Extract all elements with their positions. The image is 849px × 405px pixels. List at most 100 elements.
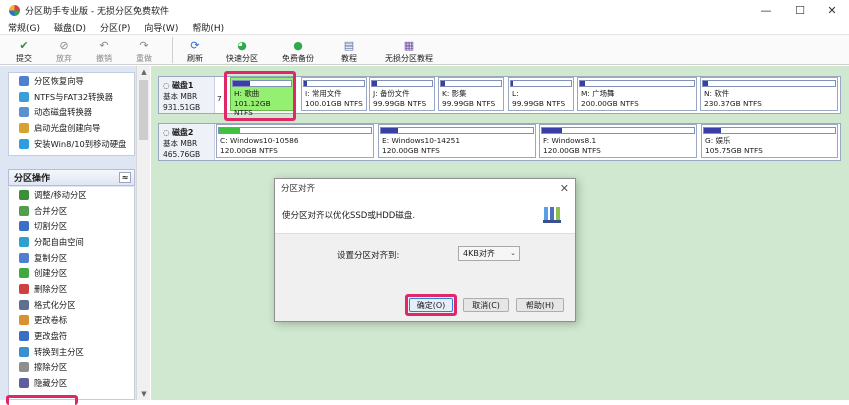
- op-label: 删除分区: [34, 283, 68, 294]
- collapse-icon[interactable]: ≈: [119, 172, 131, 183]
- disk2-label[interactable]: ◌ 磁盘2 基本 MBR 465.76GB: [159, 124, 215, 160]
- usage-fill: [381, 128, 398, 133]
- wizard-list: 分区恢复向导 NTFS与FAT32转换器 动态磁盘转换器 启动光盘创建向导 安装…: [8, 72, 135, 156]
- wizard-item-partition-recovery[interactable]: 分区恢复向导: [9, 73, 134, 89]
- dialog-title: 分区对齐: [281, 184, 316, 194]
- usage-bar: [541, 127, 695, 134]
- wizard-item-boot-disc[interactable]: 启动光盘创建向导: [9, 120, 134, 136]
- op-hide[interactable]: 隐藏分区: [9, 375, 134, 391]
- partition-size: 120.00GB NTFS: [382, 145, 440, 155]
- convert-icon: [19, 91, 29, 102]
- usage-fill: [704, 128, 722, 133]
- label-icon: [19, 315, 29, 326]
- undo-icon: ↶: [99, 38, 109, 52]
- minimize-button[interactable]: —: [749, 0, 783, 20]
- menu-partition[interactable]: 分区(P): [100, 21, 130, 34]
- usage-fill: [542, 128, 562, 133]
- title-bar: 分区助手专业版 - 无损分区免费软件: [0, 0, 849, 20]
- usage-fill: [580, 81, 585, 86]
- partition-size: 120.00GB NTFS: [220, 145, 278, 155]
- partition-block[interactable]: G: 娱乐 105.75GB NTFS: [701, 124, 838, 158]
- partition-block[interactable]: N: 软件 230.37GB NTFS: [700, 77, 838, 111]
- op-allocate[interactable]: 分配自由空间: [9, 234, 134, 250]
- cancel-button[interactable]: 取消(C): [463, 298, 509, 312]
- lossless-tutorial-label: 无损分区教程: [385, 54, 433, 63]
- usage-bar: [703, 127, 836, 134]
- scroll-up-icon[interactable]: ▲: [137, 66, 151, 78]
- quick-partition-icon: ◕: [237, 38, 247, 52]
- wizard-label: 安装Win8/10到移动硬盘: [34, 138, 127, 149]
- refresh-label: 刷新: [187, 54, 203, 63]
- discard-label: 放弃: [56, 54, 72, 63]
- op-split[interactable]: 切割分区: [9, 218, 134, 234]
- op-label-change[interactable]: 更改卷标: [9, 313, 134, 329]
- maximize-button[interactable]: ☐: [783, 0, 817, 20]
- boot-disc-icon: [19, 122, 29, 133]
- op-label: 切割分区: [34, 221, 68, 232]
- menu-wizard[interactable]: 向导(W): [144, 21, 178, 34]
- op-to-primary[interactable]: 转换到主分区: [9, 344, 134, 360]
- disk1-type: 基本 MBR: [163, 92, 198, 101]
- redo-button[interactable]: ↷ 重做: [124, 35, 164, 65]
- op-label: 创建分区: [34, 268, 68, 279]
- menu-help[interactable]: 帮助(H): [192, 21, 224, 34]
- partition-block[interactable]: F: Windows8.1 120.00GB NTFS: [539, 124, 697, 158]
- partition-block[interactable]: I: 常用文件 100.01GB NTFS: [301, 77, 367, 111]
- copy-icon: [19, 252, 29, 263]
- dialog-title-bar: 分区对齐: [275, 179, 575, 197]
- partition-block[interactable]: K: 影集 99.99GB NTFS: [438, 77, 504, 111]
- op-create[interactable]: 创建分区: [9, 265, 134, 281]
- scroll-down-icon[interactable]: ▼: [137, 388, 151, 400]
- close-button[interactable]: ✕: [815, 0, 849, 20]
- op-wipe[interactable]: 擦除分区: [9, 360, 134, 376]
- partition-size: 105.75GB NTFS: [705, 145, 763, 155]
- menu-general[interactable]: 常规(G): [8, 21, 40, 34]
- partition-block[interactable]: M: 广场舞 200.00GB NTFS: [577, 77, 697, 111]
- dialog-header: 使分区对齐以优化SSD或HDD磁盘.: [275, 197, 575, 234]
- scroll-thumb[interactable]: [139, 80, 148, 140]
- discard-button[interactable]: ⊘ 放弃: [44, 35, 84, 65]
- op-copy[interactable]: 复制分区: [9, 250, 134, 266]
- partition-block[interactable]: J: 备份文件 99.99GB NTFS: [369, 77, 435, 111]
- partition-block[interactable]: L: 99.99GB NTFS: [508, 77, 574, 111]
- op-delete[interactable]: 删除分区: [9, 281, 134, 297]
- partition-block[interactable]: E: Windows10-14251 120.00GB NTFS: [378, 124, 536, 158]
- backup-icon: ●: [293, 38, 303, 52]
- menu-disk[interactable]: 磁盘(D): [54, 21, 86, 34]
- discard-icon: ⊘: [59, 38, 69, 52]
- tutorial-button[interactable]: ▤ 教程: [329, 35, 369, 65]
- op-resize[interactable]: 调整/移动分区: [9, 187, 134, 203]
- partition-name: F: Windows8.1: [543, 136, 597, 145]
- undo-button[interactable]: ↶ 撤销: [84, 35, 124, 65]
- op-label: 分配自由空间: [34, 236, 84, 247]
- partition-block[interactable]: C: Windows10-10586 120.00GB NTFS: [216, 124, 374, 158]
- quick-partition-button[interactable]: ◕ 快速分区: [217, 35, 267, 65]
- usage-bar: [303, 80, 365, 87]
- dynamic-disk-icon: [19, 107, 29, 118]
- usage-fill: [511, 81, 514, 86]
- usage-bar: [380, 127, 534, 134]
- disk1-label[interactable]: ◌ 磁盘1 基本 MBR 931.51GB: [159, 77, 215, 113]
- op-format[interactable]: 格式化分区: [9, 297, 134, 313]
- op-drive-letter[interactable]: 更改盘符: [9, 328, 134, 344]
- drive-letter-icon: [19, 331, 29, 342]
- sidebar-scrollbar[interactable]: ▲ ▼: [136, 66, 150, 400]
- align-select[interactable]: 4KB对齐 ⌄: [458, 246, 520, 261]
- partition-ops-list: 调整/移动分区 合并分区 切割分区 分配自由空间 复制分区 创建分区 删除分区 …: [8, 187, 135, 400]
- resize-icon: [19, 189, 29, 200]
- dialog-close-icon[interactable]: ✕: [560, 182, 569, 195]
- wizard-item-dynamic-disk[interactable]: 动态磁盘转换器: [9, 104, 134, 120]
- refresh-button[interactable]: ⟳ 刷新: [181, 35, 209, 65]
- usage-bar: [218, 127, 372, 134]
- submit-button[interactable]: ✔ 提交: [4, 35, 44, 65]
- partition-name: N: 软件: [704, 89, 730, 98]
- wizard-item-install-win[interactable]: 安装Win8/10到移动硬盘: [9, 136, 134, 152]
- sidebar: 分区恢复向导 NTFS与FAT32转换器 动态磁盘转换器 启动光盘创建向导 安装…: [0, 66, 150, 405]
- op-merge[interactable]: 合并分区: [9, 203, 134, 219]
- help-button[interactable]: 帮助(H): [516, 298, 564, 312]
- wizard-label: 启动光盘创建向导: [34, 122, 101, 133]
- wizard-item-ntfs-fat32[interactable]: NTFS与FAT32转换器: [9, 89, 134, 105]
- free-backup-button[interactable]: ● 免费备份: [273, 35, 323, 65]
- op-label: 擦除分区: [34, 362, 68, 373]
- lossless-tutorial-button[interactable]: ▦ 无损分区教程: [379, 35, 439, 65]
